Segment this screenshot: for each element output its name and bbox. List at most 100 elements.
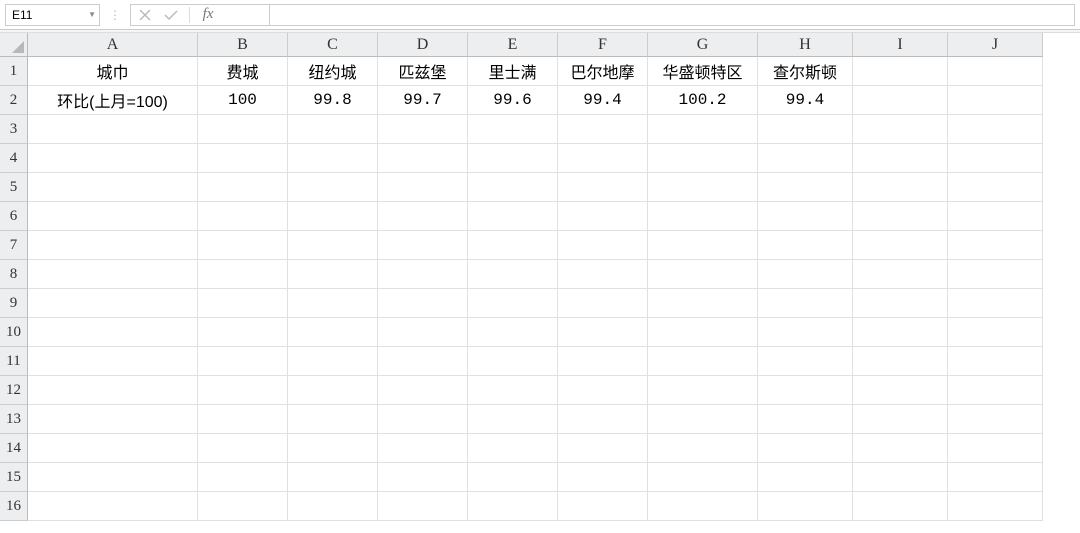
cell-I7[interactable] (853, 231, 948, 260)
cell-D11[interactable] (378, 347, 468, 376)
cell-G14[interactable] (648, 434, 758, 463)
cell-C11[interactable] (288, 347, 378, 376)
cell-C8[interactable] (288, 260, 378, 289)
cell-G11[interactable] (648, 347, 758, 376)
cell-A9[interactable] (28, 289, 198, 318)
cell-D9[interactable] (378, 289, 468, 318)
column-header-H[interactable]: H (758, 33, 853, 57)
cell-B15[interactable] (198, 463, 288, 492)
column-header-G[interactable]: G (648, 33, 758, 57)
cell-H7[interactable] (758, 231, 853, 260)
cell-J2[interactable] (948, 86, 1043, 115)
cell-G15[interactable] (648, 463, 758, 492)
cell-F14[interactable] (558, 434, 648, 463)
cell-D8[interactable] (378, 260, 468, 289)
cancel-icon[interactable] (137, 7, 153, 23)
cell-A8[interactable] (28, 260, 198, 289)
cell-B4[interactable] (198, 144, 288, 173)
cell-F3[interactable] (558, 115, 648, 144)
row-header-14[interactable]: 14 (0, 434, 28, 463)
cell-J4[interactable] (948, 144, 1043, 173)
cell-J1[interactable] (948, 57, 1043, 86)
cell-A6[interactable] (28, 202, 198, 231)
cell-H6[interactable] (758, 202, 853, 231)
column-header-C[interactable]: C (288, 33, 378, 57)
name-box[interactable]: E11 ▼ (5, 4, 100, 26)
cell-D15[interactable] (378, 463, 468, 492)
column-header-E[interactable]: E (468, 33, 558, 57)
cell-E8[interactable] (468, 260, 558, 289)
cell-H3[interactable] (758, 115, 853, 144)
row-header-3[interactable]: 3 (0, 115, 28, 144)
chevron-down-icon[interactable]: ▼ (88, 10, 96, 19)
cell-E4[interactable] (468, 144, 558, 173)
cell-H1[interactable]: 查尔斯顿 (758, 57, 853, 86)
cell-E11[interactable] (468, 347, 558, 376)
cell-A3[interactable] (28, 115, 198, 144)
row-header-12[interactable]: 12 (0, 376, 28, 405)
cell-A7[interactable] (28, 231, 198, 260)
cell-F10[interactable] (558, 318, 648, 347)
cell-F13[interactable] (558, 405, 648, 434)
cell-F16[interactable] (558, 492, 648, 521)
cell-G16[interactable] (648, 492, 758, 521)
cell-B10[interactable] (198, 318, 288, 347)
cell-E1[interactable]: 里士满 (468, 57, 558, 86)
cell-J8[interactable] (948, 260, 1043, 289)
cell-D2[interactable]: 99.7 (378, 86, 468, 115)
cell-G1[interactable]: 华盛顿特区 (648, 57, 758, 86)
cell-I5[interactable] (853, 173, 948, 202)
row-header-16[interactable]: 16 (0, 492, 28, 521)
fx-icon[interactable]: fx (200, 7, 216, 23)
cell-F7[interactable] (558, 231, 648, 260)
cell-I15[interactable] (853, 463, 948, 492)
row-header-1[interactable]: 1 (0, 57, 28, 86)
row-header-15[interactable]: 15 (0, 463, 28, 492)
cell-D7[interactable] (378, 231, 468, 260)
column-header-A[interactable]: A (28, 33, 198, 57)
cell-D16[interactable] (378, 492, 468, 521)
cell-D13[interactable] (378, 405, 468, 434)
cell-G10[interactable] (648, 318, 758, 347)
formula-input[interactable] (270, 4, 1075, 26)
cell-F5[interactable] (558, 173, 648, 202)
cell-B6[interactable] (198, 202, 288, 231)
row-header-9[interactable]: 9 (0, 289, 28, 318)
cell-I2[interactable] (853, 86, 948, 115)
cell-I6[interactable] (853, 202, 948, 231)
cell-E14[interactable] (468, 434, 558, 463)
cell-H8[interactable] (758, 260, 853, 289)
cell-A4[interactable] (28, 144, 198, 173)
cell-G7[interactable] (648, 231, 758, 260)
cell-A15[interactable] (28, 463, 198, 492)
cell-E3[interactable] (468, 115, 558, 144)
cell-H12[interactable] (758, 376, 853, 405)
column-header-F[interactable]: F (558, 33, 648, 57)
cell-C1[interactable]: 纽约城 (288, 57, 378, 86)
cell-J9[interactable] (948, 289, 1043, 318)
cell-A12[interactable] (28, 376, 198, 405)
cell-E7[interactable] (468, 231, 558, 260)
cell-A16[interactable] (28, 492, 198, 521)
cell-C14[interactable] (288, 434, 378, 463)
cell-D12[interactable] (378, 376, 468, 405)
cell-H11[interactable] (758, 347, 853, 376)
cell-G6[interactable] (648, 202, 758, 231)
cell-G5[interactable] (648, 173, 758, 202)
cell-H14[interactable] (758, 434, 853, 463)
cell-F4[interactable] (558, 144, 648, 173)
cell-I11[interactable] (853, 347, 948, 376)
cell-J7[interactable] (948, 231, 1043, 260)
cell-J6[interactable] (948, 202, 1043, 231)
cell-J15[interactable] (948, 463, 1043, 492)
cell-J13[interactable] (948, 405, 1043, 434)
cell-I10[interactable] (853, 318, 948, 347)
cell-D14[interactable] (378, 434, 468, 463)
cell-B16[interactable] (198, 492, 288, 521)
row-header-4[interactable]: 4 (0, 144, 28, 173)
cell-I13[interactable] (853, 405, 948, 434)
cell-G9[interactable] (648, 289, 758, 318)
cell-B5[interactable] (198, 173, 288, 202)
cell-A11[interactable] (28, 347, 198, 376)
cell-I3[interactable] (853, 115, 948, 144)
